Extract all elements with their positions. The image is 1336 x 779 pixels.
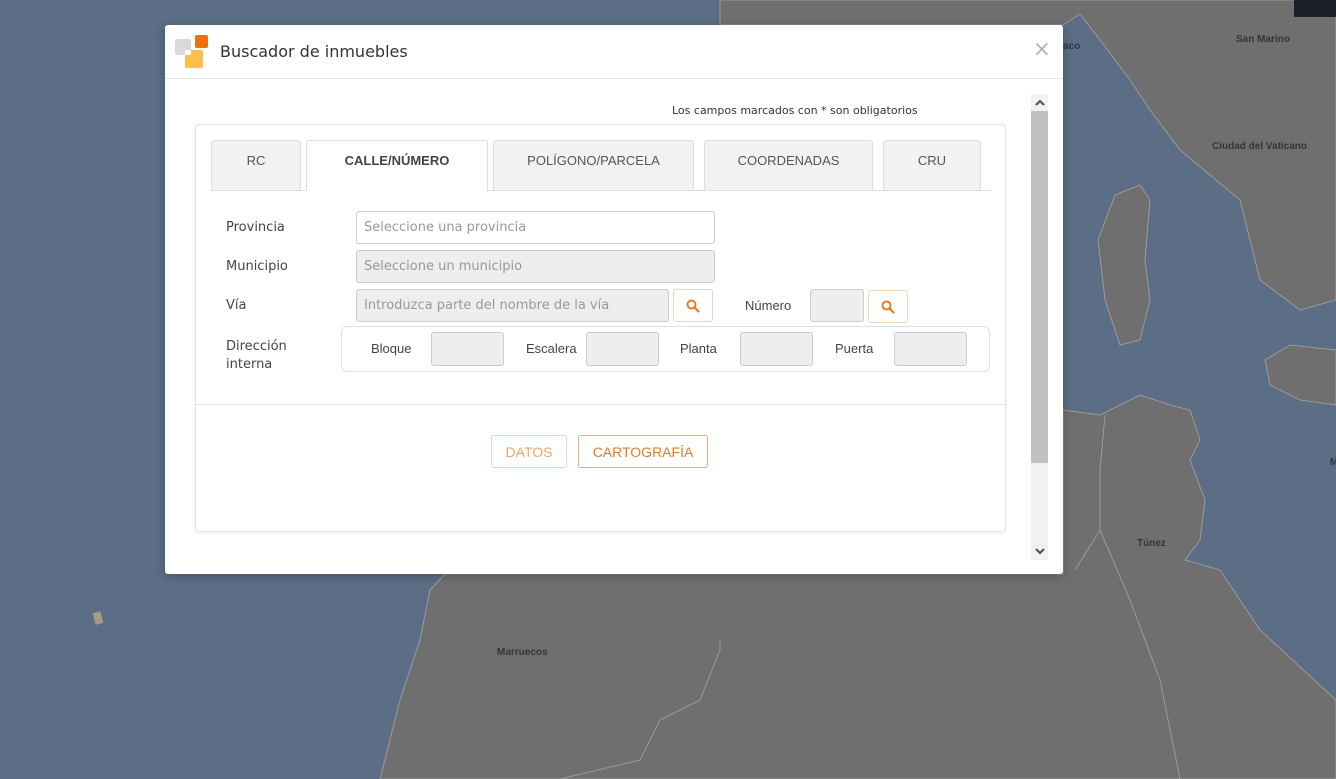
datos-button[interactable]: DATOS bbox=[491, 435, 567, 468]
tab-cru[interactable]: CRU bbox=[883, 140, 981, 190]
dialog-body: Los campos marcados con * son obligatori… bbox=[165, 80, 1063, 574]
puerta-label: Puerta bbox=[835, 341, 874, 356]
search-tabs: RC CALLE/NÚMERO POLÍGONO/PARCELA COORDEN… bbox=[211, 140, 991, 191]
direccion-interna-label-line2: interna bbox=[226, 357, 273, 372]
escalera-input[interactable] bbox=[586, 332, 659, 366]
tab-coordenadas[interactable]: COORDENADAS bbox=[704, 140, 873, 190]
direccion-interna-label: Dirección interna bbox=[226, 338, 287, 374]
provincia-label: Provincia bbox=[226, 220, 285, 235]
map-label-tunez: Túnez bbox=[1137, 538, 1166, 549]
panel-divider bbox=[196, 404, 1005, 405]
scroll-up-icon[interactable] bbox=[1031, 94, 1048, 111]
escalera-label: Escalera bbox=[526, 341, 577, 356]
required-fields-note: Los campos marcados con * son obligatori… bbox=[672, 104, 918, 117]
puerta-input[interactable] bbox=[894, 332, 967, 366]
bloque-label: Bloque bbox=[371, 341, 412, 356]
cartografia-button[interactable]: CARTOGRAFÍA bbox=[578, 435, 708, 468]
numero-label: Número bbox=[745, 298, 792, 313]
close-icon[interactable]: × bbox=[1033, 39, 1051, 61]
planta-label: Planta bbox=[680, 341, 717, 356]
search-icon bbox=[686, 299, 700, 313]
dialog-title: Buscador de inmuebles bbox=[220, 42, 408, 61]
tab-calle-numero[interactable]: CALLE/NÚMERO bbox=[306, 140, 488, 191]
app-logo-icon bbox=[175, 35, 209, 69]
numero-input[interactable] bbox=[810, 289, 864, 322]
map-label-marruecos: Marruecos bbox=[497, 647, 548, 658]
municipio-select[interactable]: Seleccione un municipio bbox=[356, 250, 715, 283]
map-label-vaticano: Ciudad del Vaticano bbox=[1212, 141, 1308, 152]
planta-input[interactable] bbox=[740, 332, 813, 366]
direccion-interna-label-line1: Dirección bbox=[226, 339, 287, 354]
property-search-dialog: Buscador de inmuebles × Los campos marca… bbox=[165, 25, 1063, 574]
map-label-san-marino: San Marino bbox=[1236, 34, 1290, 45]
map-label-monaco: aco bbox=[1063, 41, 1081, 52]
numero-search-button[interactable] bbox=[868, 290, 908, 323]
tab-poligono-parcela[interactable]: POLÍGONO/PARCELA bbox=[493, 140, 694, 190]
via-search-button[interactable] bbox=[673, 289, 713, 322]
via-input[interactable]: Introduzca parte del nombre de la vía bbox=[356, 289, 669, 322]
tab-rc[interactable]: RC bbox=[211, 140, 301, 190]
scrollbar-thumb[interactable] bbox=[1031, 111, 1048, 463]
bloque-input[interactable] bbox=[431, 332, 504, 366]
search-icon bbox=[881, 300, 895, 314]
search-panel: RC CALLE/NÚMERO POLÍGONO/PARCELA COORDEN… bbox=[195, 124, 1006, 532]
dialog-scrollbar[interactable] bbox=[1031, 94, 1048, 560]
dialog-header: Buscador de inmuebles × bbox=[165, 25, 1063, 79]
municipio-label: Municipio bbox=[226, 259, 288, 274]
map-control-box[interactable] bbox=[1294, 0, 1336, 17]
map-label-malta: M bbox=[1330, 457, 1336, 468]
scroll-down-icon[interactable] bbox=[1031, 543, 1048, 560]
direccion-interna-group: Bloque Escalera Planta Puerta bbox=[341, 326, 990, 372]
via-label: Vía bbox=[226, 298, 247, 313]
provincia-select[interactable]: Seleccione una provincia bbox=[356, 211, 715, 244]
